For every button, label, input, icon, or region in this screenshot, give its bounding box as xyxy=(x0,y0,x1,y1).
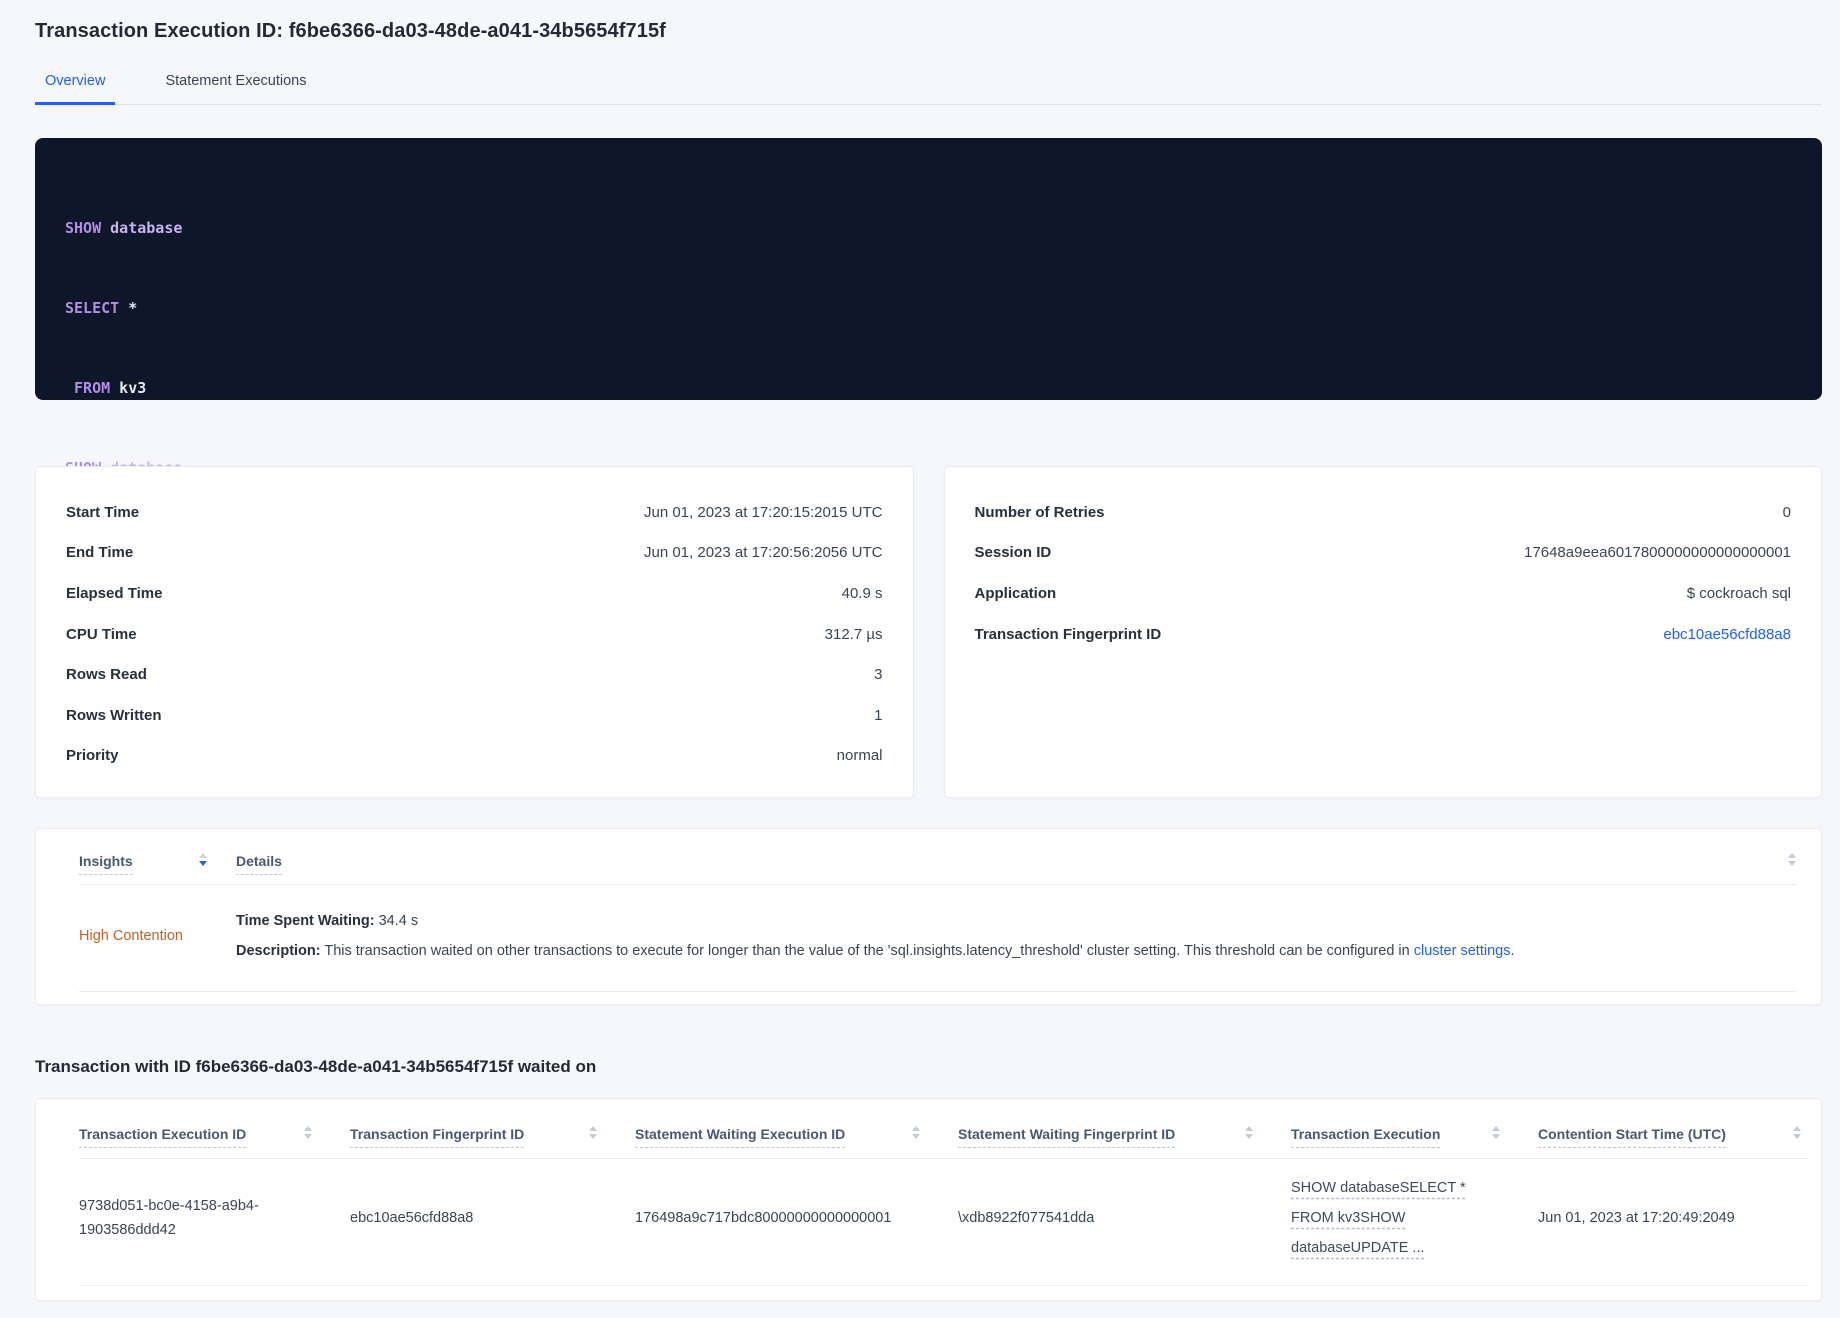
detail-row-priority: Priority normal xyxy=(66,747,883,765)
column-header-txn-execution[interactable]: Transaction Execution xyxy=(1291,1126,1538,1148)
cell-stmt-waiting-fingerprint-id: \xdb8922f077541dda xyxy=(958,1210,1095,1226)
insight-description: Description: This transaction waited on … xyxy=(236,943,1515,959)
insight-row: High Contention Time Spent Waiting: 34.4… xyxy=(79,885,1796,992)
cell-txn-execution: SHOW databaseSELECT * FROM kv3SHOW datab… xyxy=(1291,1173,1538,1263)
sql-line: SHOW database xyxy=(65,219,183,238)
insights-table-header: Insights Details xyxy=(79,829,1796,885)
cell-stmt-waiting-execution-id: 176498a9c717bdc80000000000000001 xyxy=(635,1210,892,1226)
transaction-execution-link[interactable]: SHOW databaseSELECT * FROM kv3SHOW datab… xyxy=(1291,1173,1469,1263)
detail-row-elapsed-time: Elapsed Time 40.9 s xyxy=(66,584,883,602)
sort-icon[interactable] xyxy=(1788,853,1796,866)
timing-summary-card: Start Time Jun 01, 2023 at 17:20:15:2015 … xyxy=(35,466,914,798)
column-header-txn-execution-id[interactable]: Transaction Execution ID xyxy=(79,1126,350,1148)
cell-contention-start: Jun 01, 2023 at 17:20:49:2049 xyxy=(1538,1210,1735,1226)
column-header-stmt-waiting-execution-id[interactable]: Statement Waiting Execution ID xyxy=(635,1126,958,1148)
insights-column-label[interactable]: Insights xyxy=(79,853,133,875)
insight-badge: High Contention xyxy=(79,928,183,944)
transaction-fingerprint-link[interactable]: ebc10ae56cfd88a8 xyxy=(1663,626,1791,643)
table-row: 9738d051-bc0e-4158-a9b4-1903586ddd42 ebc… xyxy=(79,1159,1809,1286)
details-column-header: Details xyxy=(207,853,1796,875)
session-summary-card: Number of Retries 0 Session ID 17648a9eea6… xyxy=(943,466,1822,798)
detail-row-rows-written: Rows Written 1 xyxy=(66,706,883,724)
tab-statement-executions[interactable]: Statement Executions xyxy=(155,73,316,105)
detail-row-txn-fingerprint: Transaction Fingerprint ID ebc10ae56cfd88… xyxy=(974,625,1792,643)
detail-row-application: Application $ cockroach sql xyxy=(974,584,1792,602)
sort-icon[interactable] xyxy=(1245,1126,1253,1139)
sql-line: FROM kv3 xyxy=(65,378,147,397)
tab-bar: Overview Statement Executions xyxy=(35,73,1822,105)
time-spent-waiting: Time Spent Waiting: 34.4 s xyxy=(236,913,419,929)
details-column-label[interactable]: Details xyxy=(236,853,282,875)
column-header-contention-start[interactable]: Contention Start Time (UTC) xyxy=(1538,1126,1809,1148)
sql-line: SELECT * xyxy=(65,298,138,317)
insights-table-card: Insights Details High Contention Time Sp… xyxy=(35,828,1822,1005)
waited-on-heading: Transaction with ID f6be6366-da03-48de-a… xyxy=(35,1057,597,1076)
sort-icon[interactable] xyxy=(199,853,207,866)
summary-cards-row: Start Time Jun 01, 2023 at 17:20:15:2015 … xyxy=(35,466,1822,798)
detail-row-end-time: End Time Jun 01, 2023 at 17:20:56:2056 UT… xyxy=(66,544,883,562)
detail-row-start-time: Start Time Jun 01, 2023 at 17:20:15:2015 … xyxy=(66,503,883,521)
detail-row-session-id: Session ID 17648a9eea60178000000000000000… xyxy=(974,544,1792,562)
column-header-txn-fingerprint-id[interactable]: Transaction Fingerprint ID xyxy=(350,1126,635,1148)
detail-row-retries: Number of Retries 0 xyxy=(974,503,1792,521)
page-title: Transaction Execution ID: f6be6366-da03-… xyxy=(35,20,666,42)
waited-table-header: Transaction Execution ID Transaction Fin… xyxy=(79,1099,1809,1159)
cell-txn-execution-id: 9738d051-bc0e-4158-a9b4-1903586ddd42 xyxy=(79,1198,259,1238)
sort-icon[interactable] xyxy=(304,1126,312,1139)
waited-on-table-card: Transaction Execution ID Transaction Fin… xyxy=(35,1098,1822,1301)
tab-overview[interactable]: Overview xyxy=(35,73,116,105)
detail-row-rows-read: Rows Read 3 xyxy=(66,666,883,684)
cluster-settings-link[interactable]: cluster settings xyxy=(1414,943,1511,959)
sql-statements-box: SHOW database SELECT * FROM kv3 SHOW dat… xyxy=(35,138,1822,796)
detail-row-cpu-time: CPU Time 312.7 µs xyxy=(66,625,883,643)
insight-details: Time Spent Waiting: 34.4 s Description: … xyxy=(207,906,1796,966)
sort-icon[interactable] xyxy=(589,1126,597,1139)
sort-icon[interactable] xyxy=(912,1126,920,1139)
sort-icon[interactable] xyxy=(1492,1126,1500,1139)
transaction-details-page: Transaction Execution ID: f6be6366-da03-… xyxy=(0,0,1840,1301)
sort-icon[interactable] xyxy=(1793,1126,1801,1139)
column-header-stmt-waiting-fingerprint-id[interactable]: Statement Waiting Fingerprint ID xyxy=(958,1126,1291,1148)
insights-column-header: Insights xyxy=(79,853,207,875)
cell-txn-fingerprint-id: ebc10ae56cfd88a8 xyxy=(350,1210,474,1226)
